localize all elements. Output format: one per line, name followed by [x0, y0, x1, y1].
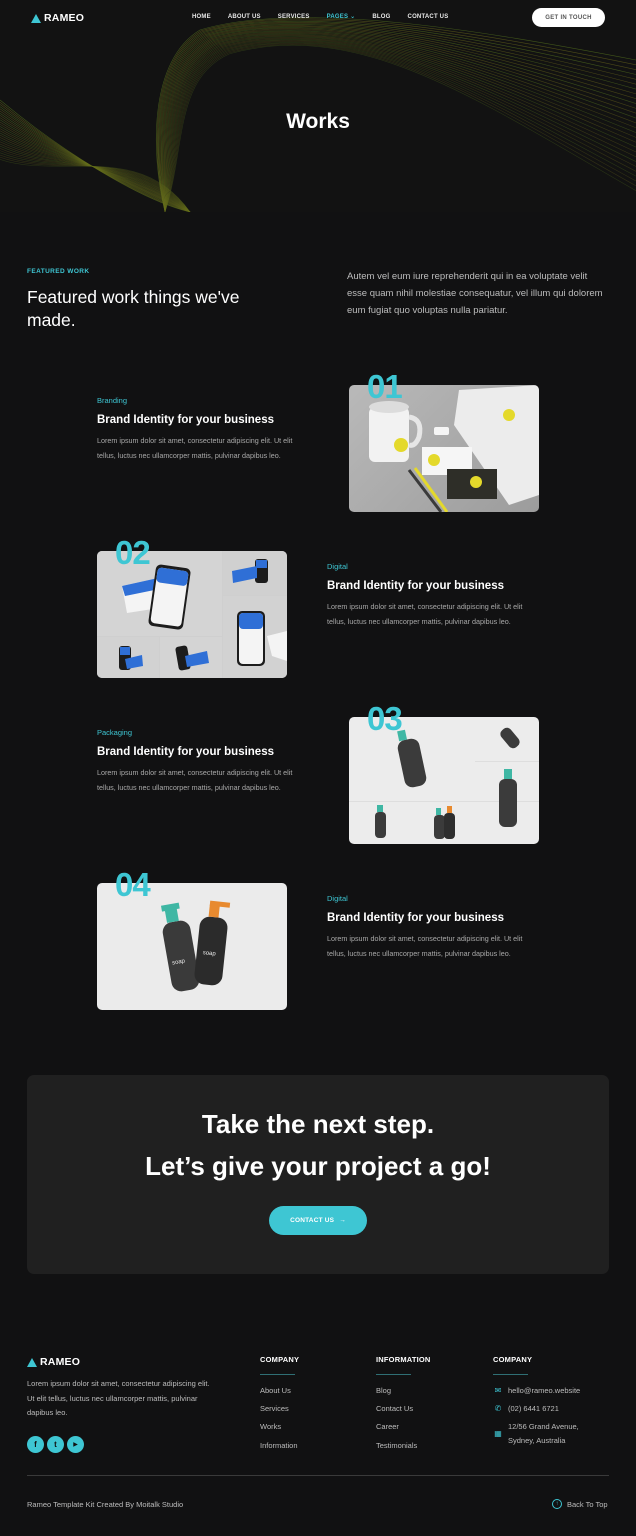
work-title[interactable]: Brand Identity for your business — [97, 746, 307, 758]
logo-text: RAMEO — [44, 12, 85, 24]
footer-link-testimonials[interactable]: Testimonials — [376, 1439, 431, 1457]
nav-home[interactable]: HOME — [192, 13, 211, 20]
page-title: Works — [286, 110, 350, 133]
contact-us-button[interactable]: CONTACT US → — [269, 1206, 367, 1235]
chevron-down-icon: ⌄ — [350, 14, 356, 20]
work-description: Lorem ipsum dolor sit amet, consectetur … — [327, 602, 523, 626]
nav-contact-us[interactable]: CONTACT US — [408, 13, 449, 20]
work-category: Packaging — [97, 728, 133, 737]
work-item: 02 Digital Brand Identity for your busin… — [0, 534, 636, 678]
site-header: RAMEO HOME ABOUT US SERVICES PAGES ⌄ BLOG… — [0, 0, 636, 36]
footer-link-contact-us[interactable]: Contact Us — [376, 1402, 431, 1420]
work-item: Packaging Brand Identity for your busine… — [0, 700, 636, 844]
contact-phone[interactable]: ✆ (02) 6441 6721 — [493, 1402, 613, 1416]
work-text: Digital Brand Identity for your business… — [327, 894, 537, 961]
work-category: Digital — [327, 894, 348, 903]
nav-services[interactable]: SERVICES — [278, 13, 310, 20]
footer-link-about-us[interactable]: About Us — [260, 1384, 299, 1402]
heading-underline — [260, 1374, 295, 1375]
work-number: 04 — [115, 866, 151, 903]
footer-heading: INFORMATION — [376, 1355, 431, 1364]
arrow-right-icon: → — [339, 1217, 346, 1224]
footer-column-contact: COMPANY ✉ hello@rameo.website ✆ (02) 644… — [493, 1355, 613, 1453]
work-text: Packaging Brand Identity for your busine… — [97, 728, 307, 795]
main-nav: HOME ABOUT US SERVICES PAGES ⌄ BLOG CONTA… — [192, 13, 465, 21]
footer-link-career[interactable]: Career — [376, 1420, 431, 1438]
building-icon: ▦ — [494, 1429, 502, 1439]
address-text: 12/56 Grand Avenue, Sydney, Australia — [508, 1422, 579, 1446]
nav-label: SERVICES — [277, 13, 310, 20]
work-title[interactable]: Brand Identity for your business — [97, 414, 307, 426]
footer-link-services[interactable]: Services — [260, 1402, 299, 1420]
nav-label: BLOG — [372, 13, 391, 20]
footer-divider — [27, 1475, 609, 1476]
copyright-text: Rameo Template Kit Created By Moitalk St… — [27, 1500, 184, 1509]
featured-title: Featured work things we've made. — [27, 287, 240, 330]
footer-heading: COMPANY — [260, 1355, 300, 1364]
work-item: Branding Brand Identity for your busines… — [0, 368, 636, 512]
footer-link-blog[interactable]: Blog — [376, 1384, 431, 1402]
work-number: 03 — [367, 700, 403, 737]
work-description: Lorem ipsum dolor sit amet, consectetur … — [97, 436, 293, 460]
work-title[interactable]: Brand Identity for your business — [327, 912, 537, 924]
heading-underline — [376, 1374, 411, 1375]
nav-about-us[interactable]: ABOUT US — [228, 13, 261, 20]
youtube-icon[interactable]: ▶ — [67, 1436, 84, 1453]
arrow-up-circle-icon: ↑ — [552, 1499, 562, 1509]
logo-triangle-icon — [27, 1357, 37, 1367]
email-text: hello@rameo.website — [508, 1386, 581, 1395]
work-category: Digital — [327, 562, 348, 571]
footer-link-information[interactable]: Information — [260, 1439, 299, 1457]
nav-blog[interactable]: BLOG — [372, 13, 390, 20]
contact-address: ▦ 12/56 Grand Avenue, Sydney, Australia — [493, 1420, 613, 1448]
work-text: Branding Brand Identity for your busines… — [97, 396, 307, 463]
work-item: 04 soap soap Digital Brand Identity for … — [0, 866, 636, 1010]
footer-about-text: Lorem ipsum dolor sit amet, consectetur … — [27, 1379, 210, 1417]
nav-label: CONTACT US — [407, 13, 449, 20]
facebook-icon[interactable]: f — [27, 1436, 44, 1453]
work-description: Lorem ipsum dolor sit amet, consectetur … — [327, 934, 523, 958]
footer-heading: COMPANY — [493, 1355, 533, 1364]
cta-heading-line2: Let’s give your project a go! — [145, 1151, 491, 1181]
contact-email[interactable]: ✉ hello@rameo.website — [493, 1384, 613, 1398]
work-description: Lorem ipsum dolor sit amet, consectetur … — [97, 768, 293, 792]
featured-text: Autem vel eum iure reprehenderit qui in … — [347, 271, 603, 316]
logo[interactable]: RAMEO — [31, 12, 84, 24]
get-in-touch-button[interactable]: GET IN TOUCH — [532, 8, 605, 27]
social-links: f t ▶ — [27, 1436, 84, 1453]
work-text: Digital Brand Identity for your business… — [327, 562, 537, 629]
featured-eyebrow: FEATURED WORK — [27, 268, 90, 275]
envelope-icon: ✉ — [494, 1386, 502, 1395]
contact-us-label: CONTACT US — [290, 1217, 335, 1224]
logo-triangle-icon — [31, 13, 41, 23]
nav-label: PAGES — [326, 13, 349, 20]
footer-column-company: COMPANY About Us Services Works Informat… — [260, 1355, 299, 1457]
footer-logo[interactable]: RAMEO — [27, 1356, 80, 1368]
nav-label: ABOUT US — [227, 13, 261, 20]
phone-text: (02) 6441 6721 — [508, 1404, 559, 1414]
nav-label: HOME — [192, 13, 211, 20]
work-number: 02 — [115, 534, 151, 571]
logo-text: RAMEO — [40, 1356, 81, 1368]
nav-pages[interactable]: PAGES ⌄ — [326, 13, 356, 21]
back-to-top-label: Back To Top — [567, 1499, 608, 1509]
work-category: Branding — [97, 396, 128, 405]
work-title[interactable]: Brand Identity for your business — [327, 580, 537, 592]
back-to-top-link[interactable]: ↑ Back To Top — [552, 1499, 608, 1509]
cta-panel: Take the next step. Let’s give your proj… — [27, 1075, 609, 1274]
work-number: 01 — [367, 368, 403, 405]
footer-column-information: INFORMATION Blog Contact Us Career Testi… — [376, 1355, 431, 1457]
twitter-icon[interactable]: t — [47, 1436, 64, 1453]
phone-icon: ✆ — [494, 1404, 502, 1414]
cta-heading-line1: Take the next step. — [201, 1109, 435, 1139]
footer-link-works[interactable]: Works — [260, 1420, 299, 1438]
heading-underline — [493, 1374, 528, 1375]
